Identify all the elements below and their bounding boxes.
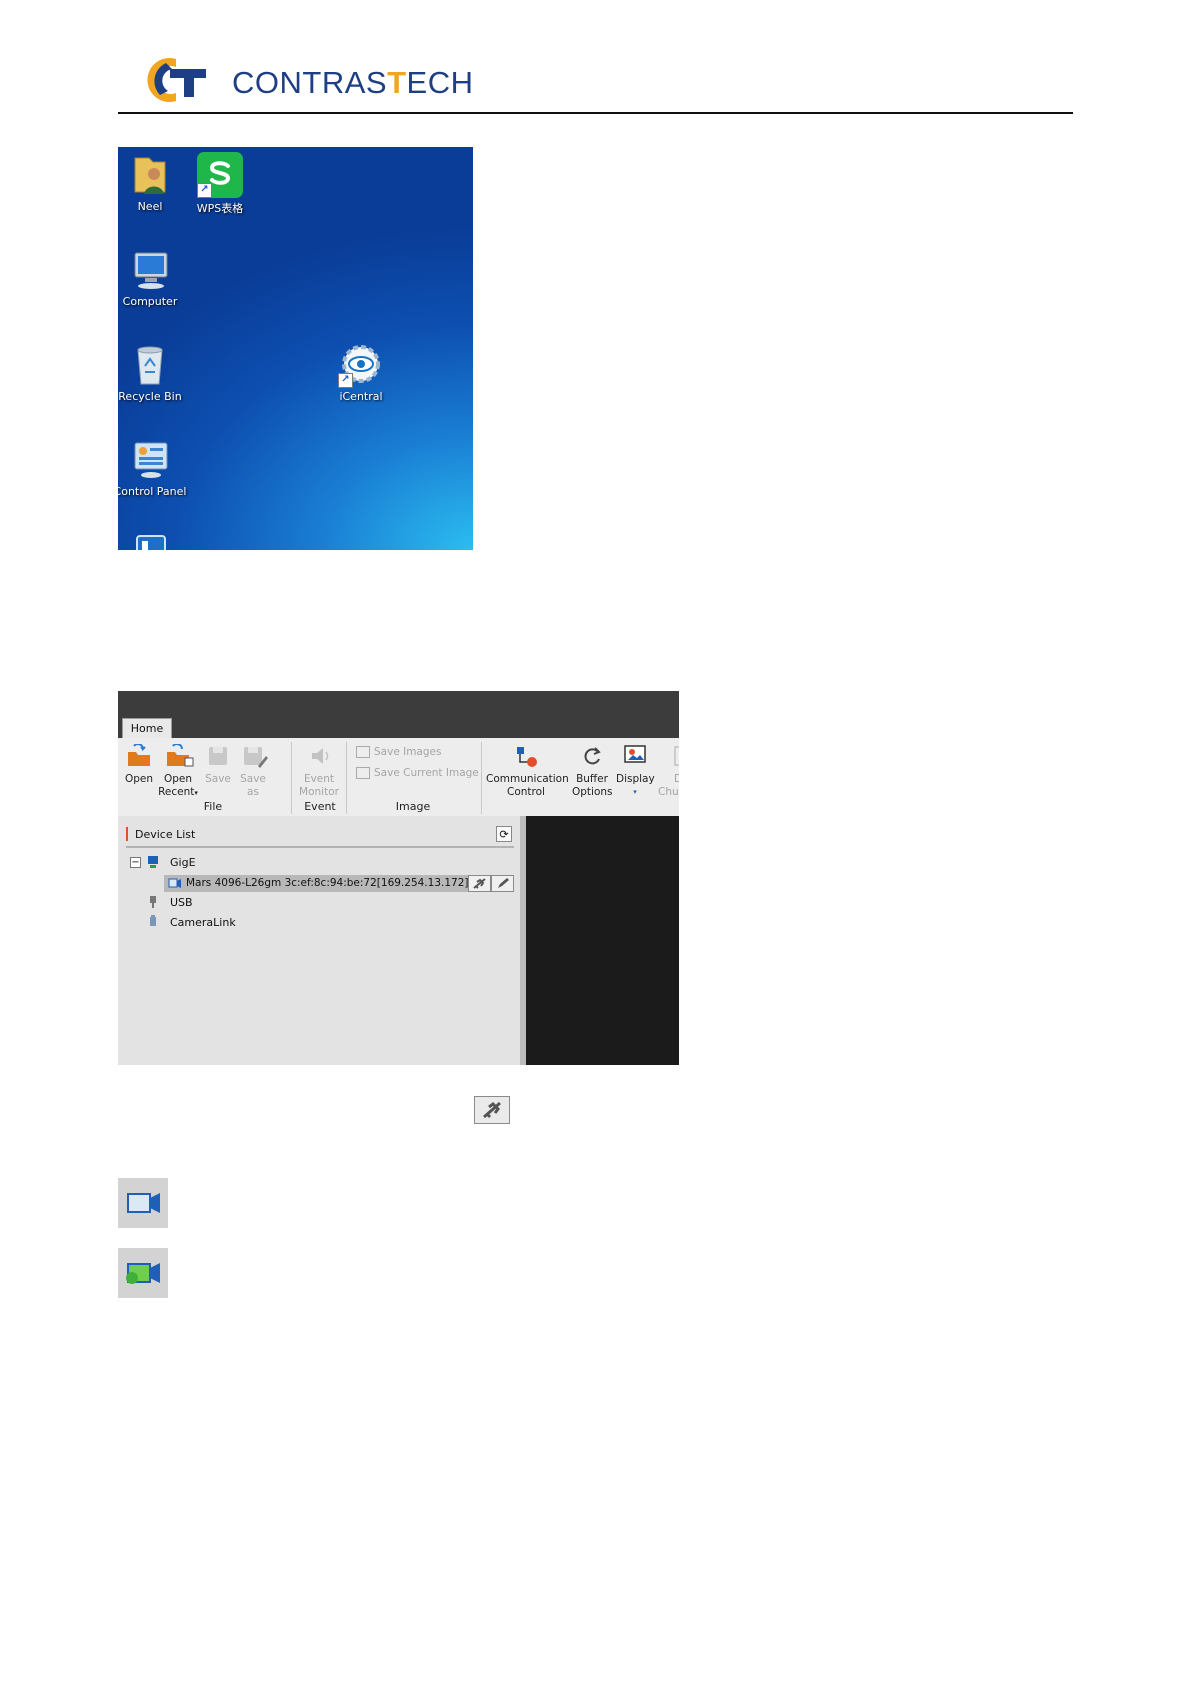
dropdown-arrow-icon: ▾ [633, 788, 637, 796]
desktop-icon-partial[interactable] [118, 532, 188, 550]
tree-node-camera-selected[interactable]: Mars 4096-L26gm 3c:ef:8c:94:be:72[169.25… [164, 875, 514, 892]
tab-home[interactable]: Home [122, 718, 172, 738]
computer-icon [134, 252, 168, 289]
user-folder-icon [134, 157, 166, 194]
plug-connect-icon [473, 878, 486, 889]
cameralink-connector-icon [150, 915, 156, 926]
camera-connected-icon [126, 1263, 160, 1284]
camera-software-screenshot: Home Open Open Recent▾ Save Save as File… [118, 691, 679, 1065]
app-titlebar [118, 691, 679, 717]
edit-device-button[interactable] [491, 875, 514, 892]
speaker-icon [312, 748, 329, 764]
image-icon [356, 746, 370, 758]
save-disk-icon [209, 747, 227, 765]
refresh-icon: ⟳ [499, 828, 509, 841]
windows-desktop-screenshot: Neel ↗ WPS表格 Computer Recycle Bin ↗ iCen… [118, 147, 473, 550]
device-list-title: Device List [135, 828, 196, 841]
save-current-image-button[interactable]: Save Current Image [356, 767, 479, 779]
shortcut-arrow-icon: ↗ [338, 373, 353, 388]
device-list-header: Device List ⟳ [126, 824, 514, 848]
desktop-icon-wps-spreadsheet[interactable]: ↗ WPS表格 [182, 152, 258, 216]
display-monitor-icon [624, 745, 646, 763]
open-folder-icon [128, 743, 150, 766]
ribbon-toolbar: Open Open Recent▾ Save Save as File Even… [118, 738, 679, 817]
tree-node-gige[interactable]: GigE [170, 856, 196, 869]
camera-connected-sample [118, 1248, 168, 1298]
tree-node-usb[interactable]: USB [170, 896, 193, 909]
group-separator [481, 742, 482, 814]
desktop-icon-control-panel[interactable]: Control Panel [118, 437, 188, 498]
camera-disconnected-sample [118, 1178, 168, 1228]
usb-plug-icon [150, 896, 156, 908]
desktop-icon-user-folder[interactable]: Neel [118, 152, 188, 213]
group-separator [291, 742, 292, 814]
display-button[interactable]: Display ▾ [616, 744, 655, 799]
partial-icon [674, 746, 679, 766]
open-recent-button[interactable]: Open Recent▾ [158, 743, 198, 800]
contrastech-logo: CONTRASTECH [140, 55, 480, 105]
control-panel-icon [134, 442, 168, 478]
plug-connect-icon [483, 1101, 501, 1119]
dropdown-arrow-icon: ▾ [194, 789, 198, 797]
partial-ribbon-button[interactable]: D Chu [658, 744, 679, 799]
shortcut-arrow-icon: ↗ [197, 183, 212, 198]
brand-name: CONTRASTECH [232, 65, 474, 100]
save-button[interactable]: Save [204, 744, 232, 786]
camera-device-label: Mars 4096-L26gm 3c:ef:8c:94:be:72[169.25… [186, 877, 469, 889]
refresh-cycle-icon [584, 747, 601, 765]
header-divider [118, 112, 1073, 114]
tree-node-cameralink[interactable]: CameraLink [170, 916, 236, 929]
camera-disconnected-icon [168, 878, 181, 888]
open-recent-icon [167, 743, 194, 767]
header-accent-bar [126, 827, 128, 841]
save-as-button[interactable]: Save as [236, 744, 270, 799]
pencil-edit-icon [498, 878, 509, 888]
device-list-panel: Device List ⟳ − GigE Mars 4096-L26gm 3c:… [118, 816, 520, 1065]
network-adapter-icon [148, 856, 158, 868]
group-label-image: Image [395, 800, 431, 813]
image-save-icon [356, 767, 370, 779]
image-viewer-area [526, 816, 679, 1065]
ribbon-tab-bar [118, 717, 679, 738]
buffer-options-button[interactable]: Buffer Options [572, 744, 613, 799]
group-label-file: File [203, 800, 223, 813]
refresh-button[interactable]: ⟳ [496, 826, 512, 842]
desktop-icon-recycle-bin[interactable]: Recycle Bin [118, 342, 188, 403]
contrastech-logo-mark [147, 58, 206, 102]
camera-disconnected-icon [127, 1193, 160, 1213]
communication-control-button[interactable]: Communication Control [486, 744, 569, 799]
group-label-event: Event [304, 800, 336, 813]
desktop-icon-computer[interactable]: Computer [118, 247, 188, 308]
connect-button-sample [474, 1096, 510, 1124]
communication-control-icon [517, 747, 537, 767]
recycle-bin-icon [137, 346, 163, 385]
media-center-icon [136, 535, 166, 550]
group-separator [346, 742, 347, 814]
tree-collapse-toggle[interactable]: − [130, 857, 141, 868]
desktop-icon-icentral[interactable]: ↗ iCentral [323, 342, 399, 403]
save-as-icon [244, 747, 268, 768]
open-button[interactable]: Open [124, 743, 154, 786]
save-images-button[interactable]: Save Images [356, 746, 441, 758]
connect-device-button[interactable] [468, 875, 491, 892]
event-monitor-button[interactable]: Event Monitor [296, 744, 342, 799]
